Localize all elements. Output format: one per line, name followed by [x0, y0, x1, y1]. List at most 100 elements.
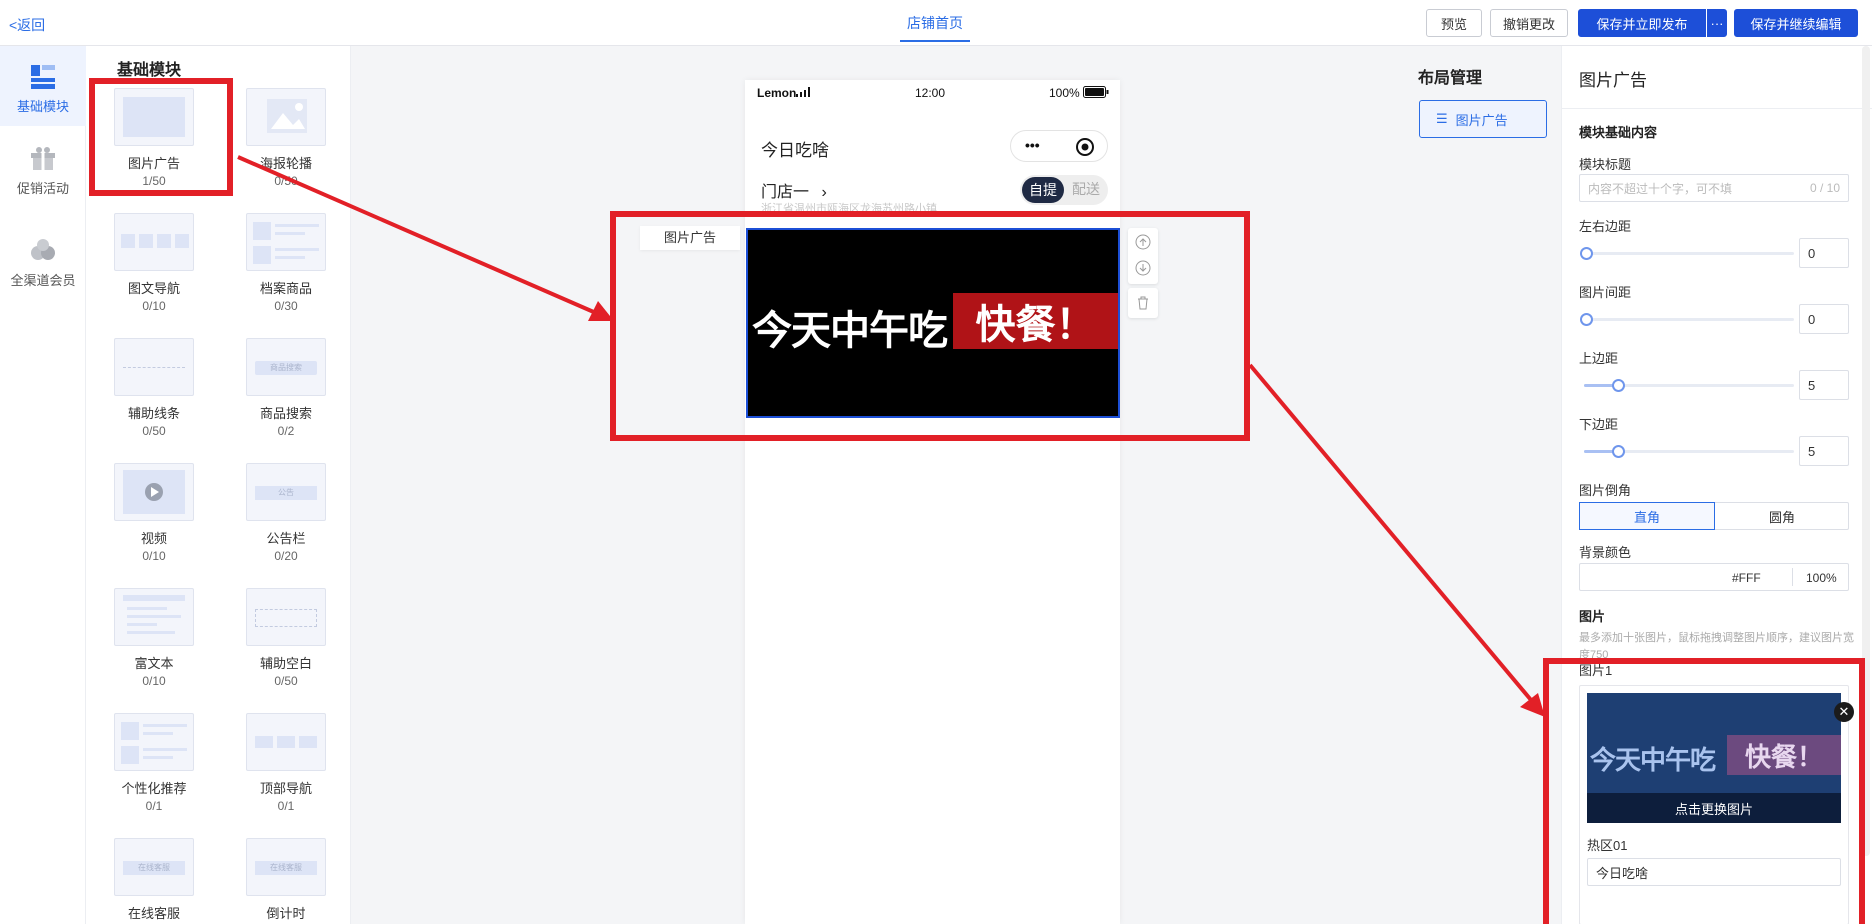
module-name: 倒计时	[266, 906, 306, 921]
store-name: 今日吃啥	[761, 141, 829, 160]
chevron-right-icon: ›	[821, 184, 827, 201]
banner-text: 今天中午吃	[752, 308, 948, 354]
corner-label: 图片倒角	[1579, 483, 1632, 498]
image-gap-slider[interactable]	[1580, 313, 1794, 326]
margin-lr-slider[interactable]	[1580, 247, 1794, 260]
modules-panel: 基础模块 图片广告 1/50 海报轮播 0/50 图文导航 0/10 档案商品 …	[86, 46, 351, 924]
properties-panel: 图片广告 模块基础内容 模块标题 内容不超过十个字，可不填 0 / 10 左右边…	[1561, 46, 1872, 924]
module-divider-line[interactable]: 辅助线条 0/50	[104, 338, 204, 438]
margin-top-slider[interactable]	[1584, 379, 1794, 392]
hotspot-label: 热区01	[1587, 838, 1628, 853]
move-up-icon[interactable]	[1135, 234, 1151, 250]
module-video[interactable]: 视频 0/10	[104, 463, 204, 563]
preview-button[interactable]: 预览	[1426, 9, 1482, 37]
module-recommend[interactable]: 个性化推荐 0/1	[104, 713, 204, 813]
image-card: 今天中午吃 快餐！ 点击更换图片 热区01 今日吃啥	[1579, 685, 1849, 924]
layout-manager-title: 布局管理	[1418, 70, 1483, 87]
delivery-option[interactable]: 配送	[1068, 179, 1104, 199]
module-count: 0/2	[277, 424, 295, 438]
module-count: 0/1	[145, 799, 163, 813]
image-gap-input[interactable]: 0	[1799, 304, 1849, 334]
module-name: 顶部导航	[259, 781, 312, 796]
more-dots-icon[interactable]: •••	[1025, 137, 1040, 153]
module-customer-service[interactable]: 在线客服 在线客服	[104, 838, 204, 922]
margin-bottom-input[interactable]: 5	[1799, 436, 1849, 466]
countdown-thumb-text: 在线客服	[255, 861, 317, 875]
module-name: 个性化推荐	[121, 781, 187, 796]
module-count: 0/10	[142, 299, 166, 313]
battery-label: 100%	[1049, 86, 1080, 100]
module-product-search[interactable]: 商品搜索 商品搜索 0/2	[236, 338, 336, 438]
image-thumbnail[interactable]: 今天中午吃 快餐！ 点击更换图片	[1587, 693, 1841, 823]
module-notice[interactable]: 公告 公告栏 0/20	[236, 463, 336, 563]
thumb-highlight: 快餐！	[1727, 735, 1841, 775]
rail-item-promotions[interactable]: 促销活动	[0, 146, 86, 206]
bg-opacity-value[interactable]: 100%	[1806, 571, 1837, 585]
move-down-icon[interactable]	[1135, 260, 1151, 276]
divider	[1792, 568, 1793, 586]
mini-program-capsule[interactable]: •••	[1010, 130, 1108, 162]
rail-item-basic-modules[interactable]: 基础模块	[0, 46, 86, 126]
module-poster-carousel[interactable]: 海报轮播 0/50	[236, 88, 336, 188]
close-circle-icon[interactable]	[1075, 137, 1095, 157]
back-link[interactable]: <返回	[9, 15, 45, 35]
margin-top-label: 上边距	[1579, 351, 1619, 366]
blank-space-icon	[246, 588, 326, 646]
revert-button[interactable]: 撤销更改	[1490, 9, 1568, 37]
divider-line-icon	[114, 338, 194, 396]
corner-toggle: 直角 圆角	[1579, 502, 1849, 530]
module-name: 辅助空白	[259, 656, 312, 671]
carrier-label: Lemon	[757, 86, 797, 100]
slider-handle[interactable]	[1612, 379, 1625, 392]
modules-title: 基础模块	[117, 62, 182, 79]
slider-handle[interactable]	[1580, 247, 1593, 260]
section-basic: 模块基础内容	[1579, 125, 1658, 140]
layout-item-image-ad[interactable]: ☰ 图片广告	[1419, 100, 1547, 138]
module-label-image-ad: 图片广告	[640, 226, 740, 250]
panel-scrollbar[interactable]	[1862, 46, 1870, 856]
tab-store-home[interactable]: 店铺首页	[900, 13, 970, 42]
more-options-button[interactable]: ···	[1707, 9, 1727, 37]
rail-label: 基础模块	[16, 99, 69, 114]
rail-label: 促销活动	[16, 181, 69, 196]
hotspot-input[interactable]: 今日吃啥	[1587, 858, 1841, 886]
module-product-list[interactable]: 档案商品 0/30	[236, 213, 336, 313]
char-count: 0 / 10	[1809, 181, 1840, 195]
margin-lr-input[interactable]: 0	[1799, 238, 1849, 268]
poster-carousel-icon	[246, 88, 326, 146]
module-blank-space[interactable]: 辅助空白 0/50	[236, 588, 336, 688]
module-image-ad[interactable]: 图片广告 1/50	[104, 88, 204, 188]
module-image-nav[interactable]: 图文导航 0/10	[104, 213, 204, 313]
margin-bottom-slider[interactable]	[1584, 445, 1794, 458]
module-title-label: 模块标题	[1579, 157, 1632, 172]
thumb-text: 今天中午吃	[1590, 746, 1716, 776]
module-name: 图片广告	[127, 156, 180, 171]
save-continue-button[interactable]: 保存并继续编辑	[1734, 9, 1858, 37]
margin-top-input[interactable]: 5	[1799, 370, 1849, 400]
corner-round-option[interactable]: 圆角	[1715, 503, 1849, 529]
image-ad-banner[interactable]: 今天中午吃 快餐！	[746, 228, 1120, 418]
pickup-delivery-toggle[interactable]: 自提 配送	[1020, 175, 1108, 205]
slider-handle[interactable]	[1580, 313, 1593, 326]
props-title: 图片广告	[1579, 71, 1647, 90]
bg-color-input[interactable]: #FFF 100%	[1579, 563, 1849, 591]
bg-hex-value: #FFF	[1732, 571, 1761, 585]
layout-item-label: 图片广告	[1455, 112, 1508, 128]
module-countdown[interactable]: 在线客服 倒计时	[236, 838, 336, 922]
replace-image-button[interactable]: 点击更换图片	[1587, 793, 1841, 823]
top-nav-icon	[246, 713, 326, 771]
bg-color-label: 背景颜色	[1579, 545, 1632, 560]
module-title-input[interactable]: 内容不超过十个字，可不填 0 / 10	[1579, 174, 1849, 202]
corner-square-option[interactable]: 直角	[1579, 502, 1715, 530]
delete-module[interactable]	[1128, 288, 1158, 318]
remove-image-icon[interactable]: ✕	[1834, 702, 1854, 722]
image-ad-icon	[114, 88, 194, 146]
pickup-option[interactable]: 自提	[1022, 177, 1064, 203]
module-top-nav[interactable]: 顶部导航 0/1	[236, 713, 336, 813]
module-rich-text[interactable]: 富文本 0/10	[104, 588, 204, 688]
save-publish-button[interactable]: 保存并立即发布	[1578, 9, 1706, 37]
sub-store[interactable]: 门店一 ›	[761, 178, 827, 202]
rail-item-members[interactable]: 全渠道会员	[0, 238, 86, 298]
divider	[1562, 108, 1872, 109]
slider-handle[interactable]	[1612, 445, 1625, 458]
